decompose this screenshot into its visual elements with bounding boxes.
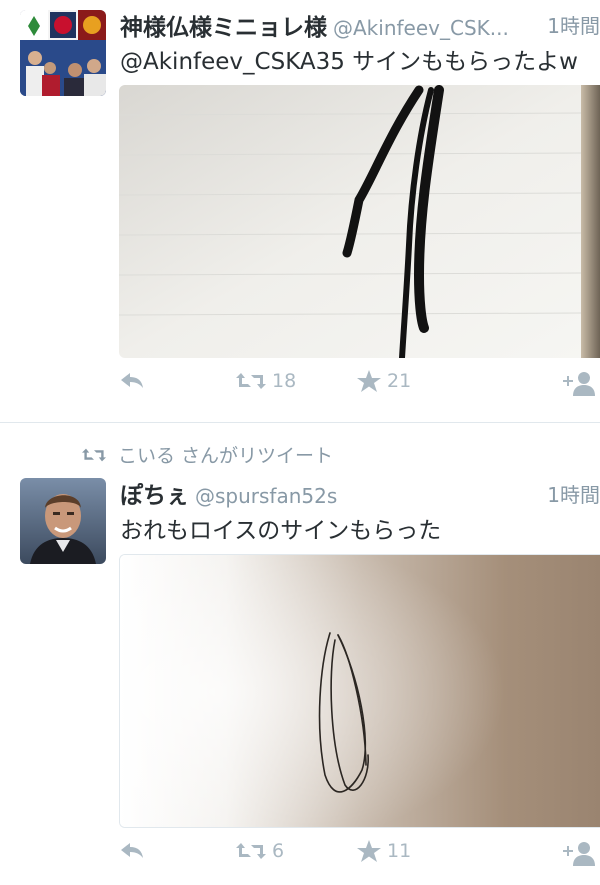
tweet-header: 神様仏様ミニョレ様 @Akinfeev_CSK... bbox=[120, 8, 509, 42]
add-user-icon bbox=[563, 372, 595, 396]
favorite-button[interactable]: 21 bbox=[357, 370, 411, 392]
user-handle[interactable]: @spursfan52s bbox=[195, 484, 337, 508]
favorite-button[interactable]: 11 bbox=[357, 840, 411, 862]
tweet-header: ぽちぇ @spursfan52s bbox=[120, 476, 337, 510]
retweet-small-icon bbox=[82, 448, 106, 461]
user-handle[interactable]: @Akinfeev_CSK... bbox=[333, 16, 509, 40]
tweet-actions: 6 11 bbox=[0, 840, 600, 880]
reply-arrow-icon bbox=[121, 843, 143, 858]
star-icon bbox=[357, 370, 381, 392]
tweet-actions: 18 21 bbox=[0, 370, 600, 410]
reply-button[interactable] bbox=[118, 840, 146, 860]
tweet-photo[interactable] bbox=[119, 554, 600, 828]
avatar[interactable] bbox=[20, 478, 106, 564]
avatar[interactable] bbox=[20, 10, 106, 96]
tweet-1[interactable]: 神様仏様ミニョレ様 @Akinfeev_CSK... 1時間 @Akinfeev_… bbox=[0, 0, 600, 420]
favorite-count: 11 bbox=[387, 840, 412, 862]
retweet-arrows-icon bbox=[236, 843, 266, 859]
timestamp[interactable]: 1時間 bbox=[547, 479, 600, 508]
tweet-2[interactable]: こいる さんがリツイート ぽちぇ @spursfan52s 1時間 おれもロイスの… bbox=[0, 423, 600, 885]
tweet-text: おれもロイスのサインもらった bbox=[120, 518, 442, 544]
follow-button[interactable] bbox=[560, 840, 596, 866]
display-name[interactable]: 神様仏様ミニョレ様 bbox=[120, 15, 327, 41]
tweet-photo[interactable] bbox=[119, 85, 600, 358]
follow-button[interactable] bbox=[560, 370, 596, 396]
retweet-button[interactable]: 18 bbox=[236, 370, 296, 392]
add-user-icon bbox=[563, 842, 595, 866]
retweet-context[interactable]: こいる さんがリツイート bbox=[82, 441, 333, 468]
display-name[interactable]: ぽちぇ bbox=[120, 483, 189, 509]
star-icon bbox=[357, 840, 381, 862]
retweet-count: 6 bbox=[272, 840, 285, 862]
tweet-text: @Akinfeev_CSKA35 サインももらったよw bbox=[120, 49, 578, 75]
retweet-button[interactable]: 6 bbox=[236, 840, 284, 862]
retweet-count: 18 bbox=[272, 370, 297, 392]
retweet-context-text: こいる さんがリツイート bbox=[118, 445, 334, 467]
reply-button[interactable] bbox=[118, 370, 146, 390]
reply-arrow-icon bbox=[121, 373, 143, 388]
retweet-arrows-icon bbox=[236, 373, 266, 389]
timestamp[interactable]: 1時間 bbox=[547, 10, 600, 39]
favorite-count: 21 bbox=[387, 370, 412, 392]
